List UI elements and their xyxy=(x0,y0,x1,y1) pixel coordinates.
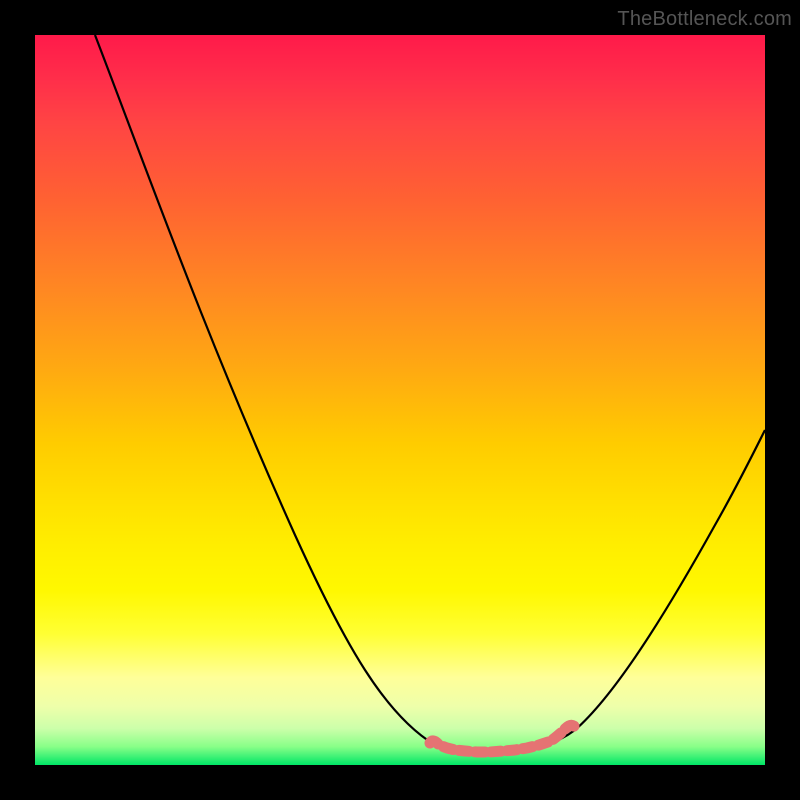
bottleneck-curve-path xyxy=(95,35,765,752)
bottleneck-chart xyxy=(35,35,765,765)
watermark-text: TheBottleneck.com xyxy=(617,8,792,31)
chart-svg xyxy=(35,35,765,765)
optimal-zone-highlight xyxy=(430,725,575,752)
